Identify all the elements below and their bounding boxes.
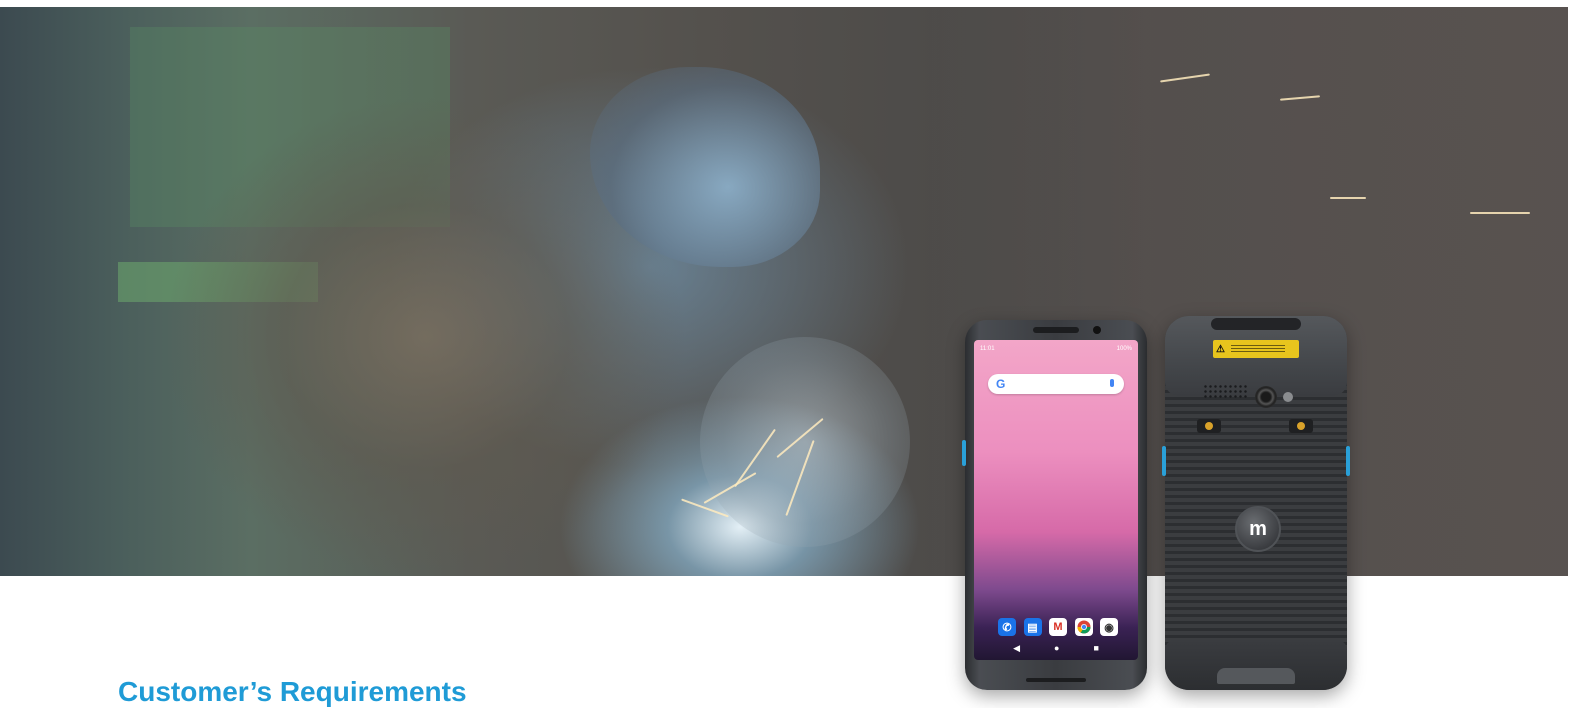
front-camera	[1093, 326, 1101, 334]
status-time: 11:01	[980, 346, 995, 352]
warning-icon: ⚠	[1216, 343, 1225, 355]
pogo-pin-left	[1197, 419, 1221, 433]
camera-icon[interactable]: ◉	[1100, 618, 1118, 636]
spark	[1470, 212, 1530, 214]
scanner-head: ⚠	[1165, 316, 1347, 396]
phone-chin	[1026, 678, 1086, 682]
warning-text-lines	[1230, 345, 1285, 353]
rugged-phone-front: 11:01 100% G ✆ ▤ M ◉ ◀ ● ■	[962, 320, 1147, 690]
mic-icon[interactable]	[1110, 379, 1114, 387]
google-logo-icon: G	[996, 377, 1006, 391]
pogo-pin-right	[1289, 419, 1313, 433]
scan-window	[1211, 318, 1301, 330]
bottom-bumper	[1165, 640, 1347, 690]
recents-button[interactable]: ■	[1093, 643, 1098, 653]
workpiece-wheel	[700, 337, 910, 547]
back-button[interactable]: ◀	[1013, 643, 1020, 654]
pin-contact	[1297, 422, 1305, 430]
flash-icon	[1283, 392, 1293, 402]
home-button[interactable]: ●	[1054, 643, 1059, 653]
pin-contact	[1205, 422, 1213, 430]
left-side-key	[1162, 446, 1166, 476]
right-side-key	[1346, 446, 1350, 476]
messages-icon[interactable]: ▤	[1023, 618, 1042, 636]
dock-connector	[1217, 668, 1295, 684]
brand-logo-icon: m	[1235, 506, 1281, 552]
status-battery: 100%	[1116, 346, 1132, 352]
side-scan-key	[962, 440, 966, 466]
earpiece	[1033, 327, 1079, 333]
google-search-bar[interactable]: G	[988, 374, 1124, 394]
chrome-icon[interactable]	[1074, 618, 1093, 636]
android-nav-bar: ◀ ● ■	[974, 636, 1138, 660]
laser-warning-label: ⚠	[1213, 340, 1299, 358]
app-dock: ✆ ▤ M ◉	[998, 618, 1118, 636]
phone-screen: 11:01 100% G ✆ ▤ M ◉ ◀ ● ■	[974, 340, 1138, 660]
phone-icon[interactable]: ✆	[998, 618, 1016, 636]
status-bar: 11:01 100%	[980, 344, 1132, 354]
rear-camera-icon	[1255, 386, 1277, 408]
gmail-icon[interactable]: M	[1049, 618, 1067, 636]
rugged-phone-back: ⚠ m	[1162, 316, 1350, 690]
spark	[1330, 197, 1366, 199]
speaker-grill	[1203, 384, 1247, 400]
section-title: Customer’s Requirements	[118, 676, 467, 707]
